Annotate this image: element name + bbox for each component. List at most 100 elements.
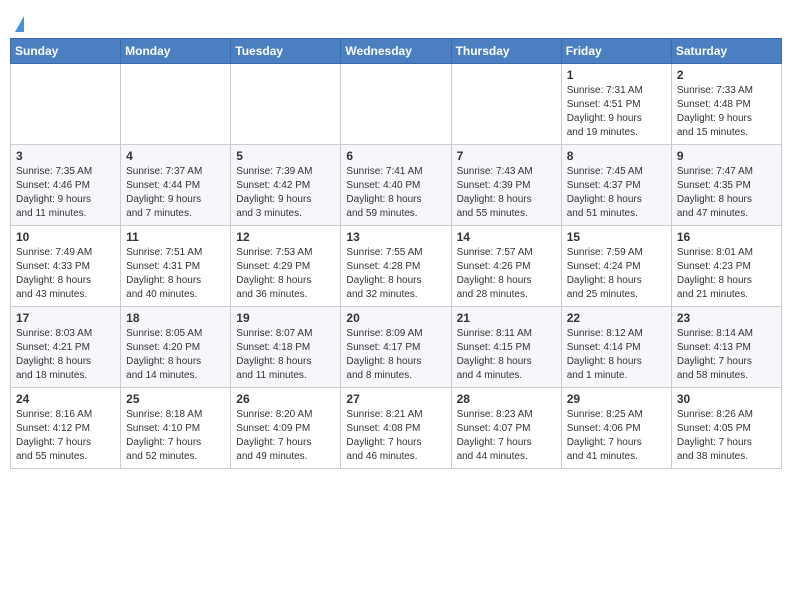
day-number: 5 bbox=[236, 149, 335, 163]
day-number: 20 bbox=[346, 311, 445, 325]
day-info: Sunrise: 7:35 AM Sunset: 4:46 PM Dayligh… bbox=[16, 165, 115, 221]
day-info: Sunrise: 7:33 AM Sunset: 4:48 PM Dayligh… bbox=[677, 84, 776, 140]
calendar-cell: 5 Sunrise: 7:39 AM Sunset: 4:42 PM Daylig… bbox=[231, 145, 341, 226]
calendar-week-row: 3 Sunrise: 7:35 AM Sunset: 4:46 PM Daylig… bbox=[11, 145, 782, 226]
day-info: Sunrise: 8:23 AM Sunset: 4:07 PM Dayligh… bbox=[457, 408, 556, 464]
calendar-cell: 22 Sunrise: 8:12 AM Sunset: 4:14 PM Dayli… bbox=[561, 307, 671, 388]
day-of-week-header: Friday bbox=[561, 39, 671, 64]
day-number: 24 bbox=[16, 392, 115, 406]
day-number: 4 bbox=[126, 149, 225, 163]
logo-triangle-icon bbox=[15, 16, 24, 32]
day-info: Sunrise: 7:41 AM Sunset: 4:40 PM Dayligh… bbox=[346, 165, 445, 221]
calendar-cell bbox=[231, 64, 341, 145]
calendar-cell: 26Sunrise: 8:20 AM Sunset: 4:09 PM Dayli… bbox=[231, 388, 341, 469]
calendar-week-row: 24Sunrise: 8:16 AM Sunset: 4:12 PM Dayli… bbox=[11, 388, 782, 469]
calendar-cell: 14 Sunrise: 7:57 AM Sunset: 4:26 PM Dayli… bbox=[451, 226, 561, 307]
calendar-cell: 17 Sunrise: 8:03 AM Sunset: 4:21 PM Dayli… bbox=[11, 307, 121, 388]
day-info: Sunrise: 7:53 AM Sunset: 4:29 PM Dayligh… bbox=[236, 246, 335, 302]
page-header bbox=[10, 10, 782, 32]
calendar-cell bbox=[451, 64, 561, 145]
day-info: Sunrise: 7:37 AM Sunset: 4:44 PM Dayligh… bbox=[126, 165, 225, 221]
calendar-cell: 11Sunrise: 7:51 AM Sunset: 4:31 PM Dayli… bbox=[121, 226, 231, 307]
calendar-cell: 10 Sunrise: 7:49 AM Sunset: 4:33 PM Dayli… bbox=[11, 226, 121, 307]
day-number: 1 bbox=[567, 68, 666, 82]
day-number: 11 bbox=[126, 230, 225, 244]
calendar-table: SundayMondayTuesdayWednesdayThursdayFrid… bbox=[10, 38, 782, 469]
day-number: 18 bbox=[126, 311, 225, 325]
calendar-cell: 8 Sunrise: 7:45 AM Sunset: 4:37 PM Daylig… bbox=[561, 145, 671, 226]
calendar-cell bbox=[121, 64, 231, 145]
calendar-cell bbox=[11, 64, 121, 145]
calendar-cell: 20Sunrise: 8:09 AM Sunset: 4:17 PM Dayli… bbox=[341, 307, 451, 388]
calendar-cell: 7 Sunrise: 7:43 AM Sunset: 4:39 PM Daylig… bbox=[451, 145, 561, 226]
calendar-cell: 27 Sunrise: 8:21 AM Sunset: 4:08 PM Dayli… bbox=[341, 388, 451, 469]
day-number: 30 bbox=[677, 392, 776, 406]
day-info: Sunrise: 7:47 AM Sunset: 4:35 PM Dayligh… bbox=[677, 165, 776, 221]
day-number: 13 bbox=[346, 230, 445, 244]
day-number: 15 bbox=[567, 230, 666, 244]
day-number: 26 bbox=[236, 392, 335, 406]
day-of-week-header: Wednesday bbox=[341, 39, 451, 64]
day-number: 8 bbox=[567, 149, 666, 163]
calendar-cell: 23 Sunrise: 8:14 AM Sunset: 4:13 PM Dayli… bbox=[671, 307, 781, 388]
calendar-header: SundayMondayTuesdayWednesdayThursdayFrid… bbox=[11, 39, 782, 64]
calendar-cell: 3 Sunrise: 7:35 AM Sunset: 4:46 PM Daylig… bbox=[11, 145, 121, 226]
day-of-week-header: Monday bbox=[121, 39, 231, 64]
day-number: 3 bbox=[16, 149, 115, 163]
day-number: 19 bbox=[236, 311, 335, 325]
day-number: 7 bbox=[457, 149, 556, 163]
day-of-week-header: Sunday bbox=[11, 39, 121, 64]
day-number: 9 bbox=[677, 149, 776, 163]
day-number: 27 bbox=[346, 392, 445, 406]
calendar-cell: 24Sunrise: 8:16 AM Sunset: 4:12 PM Dayli… bbox=[11, 388, 121, 469]
day-number: 23 bbox=[677, 311, 776, 325]
day-number: 22 bbox=[567, 311, 666, 325]
day-number: 14 bbox=[457, 230, 556, 244]
calendar-cell: 12 Sunrise: 7:53 AM Sunset: 4:29 PM Dayli… bbox=[231, 226, 341, 307]
day-number: 25 bbox=[126, 392, 225, 406]
day-info: Sunrise: 8:12 AM Sunset: 4:14 PM Dayligh… bbox=[567, 327, 666, 383]
day-number: 2 bbox=[677, 68, 776, 82]
calendar-week-row: 1 Sunrise: 7:31 AM Sunset: 4:51 PM Daylig… bbox=[11, 64, 782, 145]
day-info: Sunrise: 8:14 AM Sunset: 4:13 PM Dayligh… bbox=[677, 327, 776, 383]
day-info: Sunrise: 8:25 AM Sunset: 4:06 PM Dayligh… bbox=[567, 408, 666, 464]
day-info: Sunrise: 7:39 AM Sunset: 4:42 PM Dayligh… bbox=[236, 165, 335, 221]
day-number: 28 bbox=[457, 392, 556, 406]
day-info: Sunrise: 7:59 AM Sunset: 4:24 PM Dayligh… bbox=[567, 246, 666, 302]
day-number: 29 bbox=[567, 392, 666, 406]
day-info: Sunrise: 7:45 AM Sunset: 4:37 PM Dayligh… bbox=[567, 165, 666, 221]
calendar-week-row: 17 Sunrise: 8:03 AM Sunset: 4:21 PM Dayli… bbox=[11, 307, 782, 388]
calendar-cell: 16 Sunrise: 8:01 AM Sunset: 4:23 PM Dayli… bbox=[671, 226, 781, 307]
calendar-cell: 25 Sunrise: 8:18 AM Sunset: 4:10 PM Dayli… bbox=[121, 388, 231, 469]
day-info: Sunrise: 7:55 AM Sunset: 4:28 PM Dayligh… bbox=[346, 246, 445, 302]
day-info: Sunrise: 7:43 AM Sunset: 4:39 PM Dayligh… bbox=[457, 165, 556, 221]
calendar-cell: 18 Sunrise: 8:05 AM Sunset: 4:20 PM Dayli… bbox=[121, 307, 231, 388]
day-info: Sunrise: 8:26 AM Sunset: 4:05 PM Dayligh… bbox=[677, 408, 776, 464]
calendar-cell: 15 Sunrise: 7:59 AM Sunset: 4:24 PM Dayli… bbox=[561, 226, 671, 307]
calendar-cell: 21Sunrise: 8:11 AM Sunset: 4:15 PM Dayli… bbox=[451, 307, 561, 388]
day-info: Sunrise: 8:05 AM Sunset: 4:20 PM Dayligh… bbox=[126, 327, 225, 383]
calendar-cell: 4 Sunrise: 7:37 AM Sunset: 4:44 PM Daylig… bbox=[121, 145, 231, 226]
calendar-cell: 28 Sunrise: 8:23 AM Sunset: 4:07 PM Dayli… bbox=[451, 388, 561, 469]
calendar-cell bbox=[341, 64, 451, 145]
calendar-cell: 13 Sunrise: 7:55 AM Sunset: 4:28 PM Dayli… bbox=[341, 226, 451, 307]
day-info: Sunrise: 7:49 AM Sunset: 4:33 PM Dayligh… bbox=[16, 246, 115, 302]
calendar-cell: 30 Sunrise: 8:26 AM Sunset: 4:05 PM Dayli… bbox=[671, 388, 781, 469]
day-number: 17 bbox=[16, 311, 115, 325]
calendar-cell: 1 Sunrise: 7:31 AM Sunset: 4:51 PM Daylig… bbox=[561, 64, 671, 145]
day-info: Sunrise: 8:21 AM Sunset: 4:08 PM Dayligh… bbox=[346, 408, 445, 464]
day-info: Sunrise: 7:31 AM Sunset: 4:51 PM Dayligh… bbox=[567, 84, 666, 140]
day-of-week-header: Saturday bbox=[671, 39, 781, 64]
calendar-cell: 29 Sunrise: 8:25 AM Sunset: 4:06 PM Dayli… bbox=[561, 388, 671, 469]
day-number: 10 bbox=[16, 230, 115, 244]
day-info: Sunrise: 8:01 AM Sunset: 4:23 PM Dayligh… bbox=[677, 246, 776, 302]
calendar-cell: 6Sunrise: 7:41 AM Sunset: 4:40 PM Daylig… bbox=[341, 145, 451, 226]
day-info: Sunrise: 8:18 AM Sunset: 4:10 PM Dayligh… bbox=[126, 408, 225, 464]
logo bbox=[14, 10, 24, 32]
day-of-week-header: Tuesday bbox=[231, 39, 341, 64]
day-number: 12 bbox=[236, 230, 335, 244]
day-info: Sunrise: 7:57 AM Sunset: 4:26 PM Dayligh… bbox=[457, 246, 556, 302]
calendar-cell: 19Sunrise: 8:07 AM Sunset: 4:18 PM Dayli… bbox=[231, 307, 341, 388]
day-number: 16 bbox=[677, 230, 776, 244]
day-info: Sunrise: 8:03 AM Sunset: 4:21 PM Dayligh… bbox=[16, 327, 115, 383]
